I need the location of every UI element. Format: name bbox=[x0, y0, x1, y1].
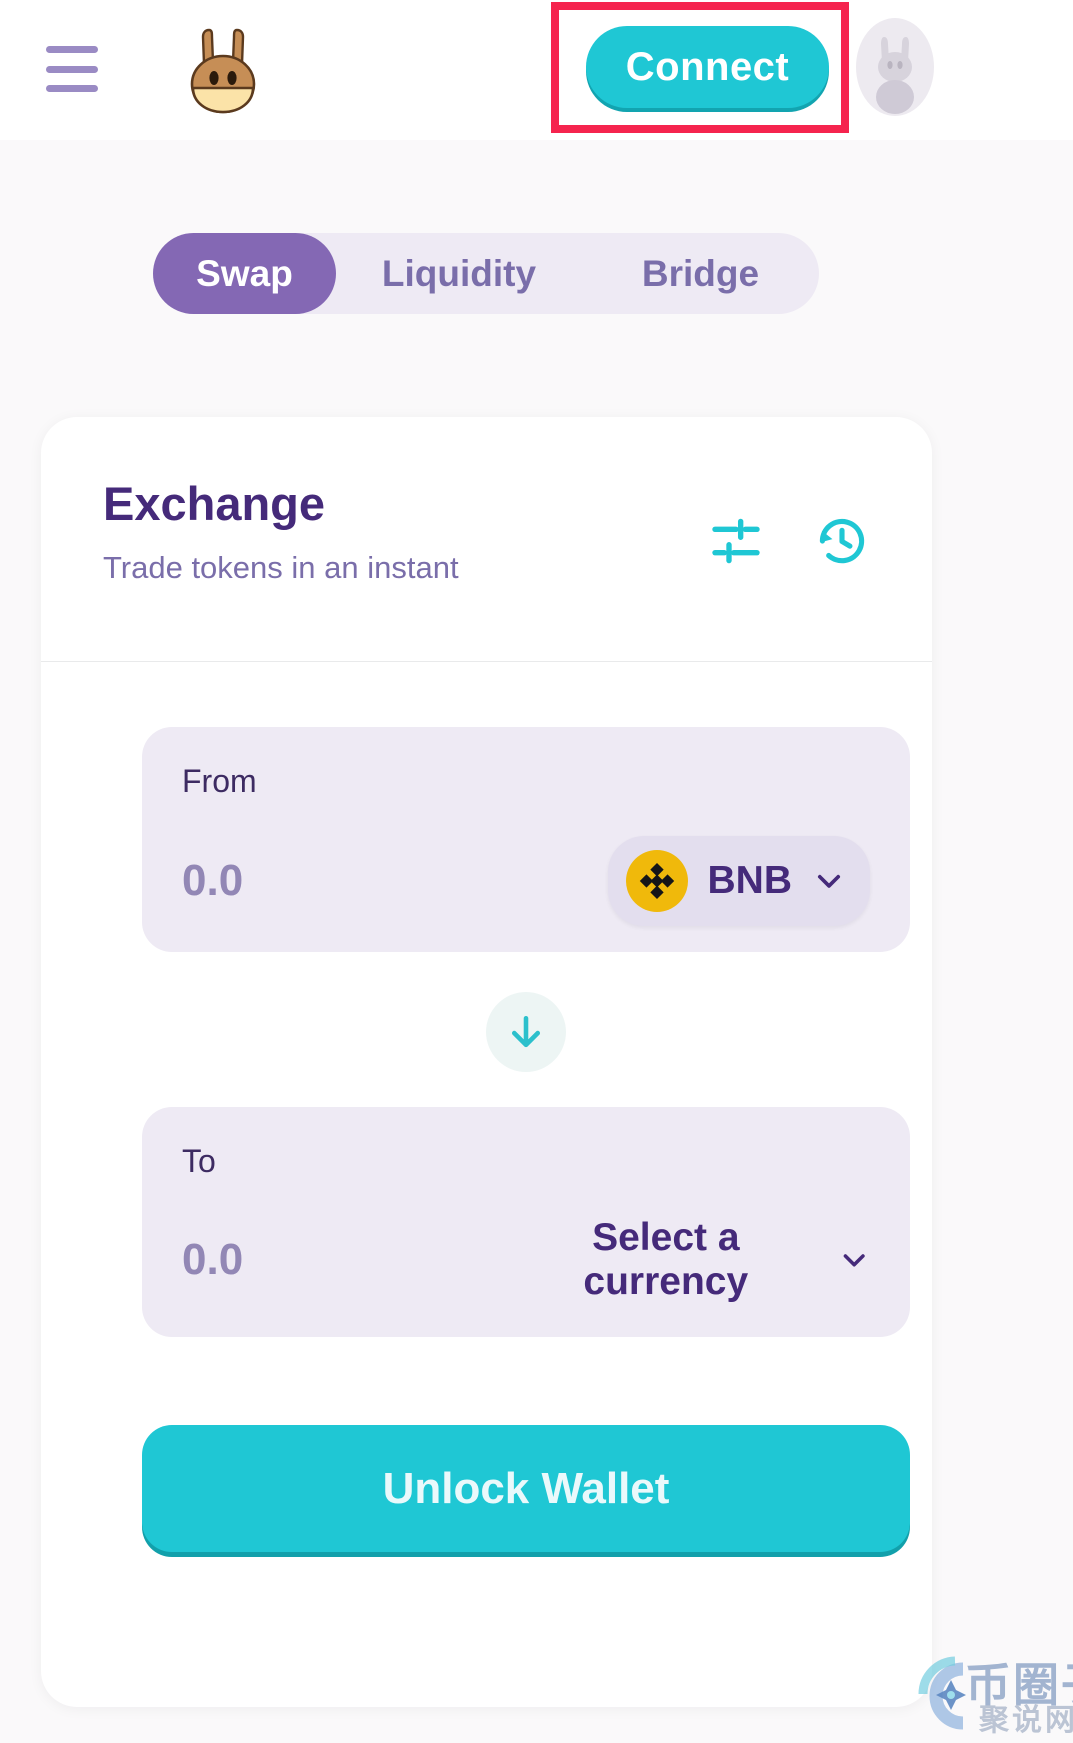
hamburger-menu-icon[interactable] bbox=[46, 46, 98, 92]
from-amount-input[interactable] bbox=[182, 856, 512, 906]
from-row: BNB bbox=[182, 836, 870, 926]
hamburger-line bbox=[46, 85, 98, 92]
to-label: To bbox=[182, 1143, 870, 1180]
tab-liquidity[interactable]: Liquidity bbox=[336, 233, 582, 314]
exchange-card-header: Exchange Trade tokens in an instant bbox=[41, 417, 932, 662]
arrow-down-icon bbox=[504, 1010, 548, 1054]
hamburger-line bbox=[46, 66, 98, 73]
from-token-select-button[interactable]: BNB bbox=[608, 836, 871, 926]
from-label: From bbox=[182, 763, 870, 800]
from-panel: From BNB bbox=[142, 727, 910, 952]
tab-bridge[interactable]: Bridge bbox=[582, 233, 819, 314]
bunny-avatar-icon[interactable] bbox=[855, 17, 935, 117]
chevron-down-icon bbox=[838, 1243, 870, 1277]
watermark-subtext: 聚说网 bbox=[979, 1695, 1073, 1739]
connect-wallet-button[interactable]: Connect bbox=[586, 26, 829, 108]
settings-sliders-icon[interactable] bbox=[708, 513, 764, 569]
select-currency-label: Select a currency bbox=[512, 1216, 820, 1304]
tab-swap[interactable]: Swap bbox=[153, 233, 336, 314]
to-token-select-button[interactable]: Select a currency bbox=[512, 1216, 870, 1304]
hamburger-line bbox=[46, 46, 98, 53]
exchange-card: Exchange Trade tokens in an instant bbox=[41, 417, 932, 1707]
watermark-text: 币圈子 bbox=[965, 1649, 1073, 1715]
binance-coin-icon bbox=[626, 850, 688, 912]
to-row: Select a currency bbox=[182, 1216, 870, 1304]
section-tabs: Swap Liquidity Bridge bbox=[153, 233, 819, 314]
to-panel: To Select a currency bbox=[142, 1107, 910, 1337]
pancakeswap-bunny-logo[interactable] bbox=[185, 22, 265, 118]
swap-direction-button[interactable] bbox=[486, 992, 566, 1072]
transaction-history-icon[interactable] bbox=[814, 513, 870, 569]
chevron-down-icon bbox=[812, 864, 846, 898]
unlock-wallet-button[interactable]: Unlock Wallet bbox=[142, 1425, 910, 1552]
from-token-symbol: BNB bbox=[708, 859, 793, 903]
top-navbar: Connect bbox=[0, 0, 1073, 140]
header-icon-group bbox=[708, 513, 870, 569]
to-amount-input[interactable] bbox=[182, 1235, 512, 1285]
